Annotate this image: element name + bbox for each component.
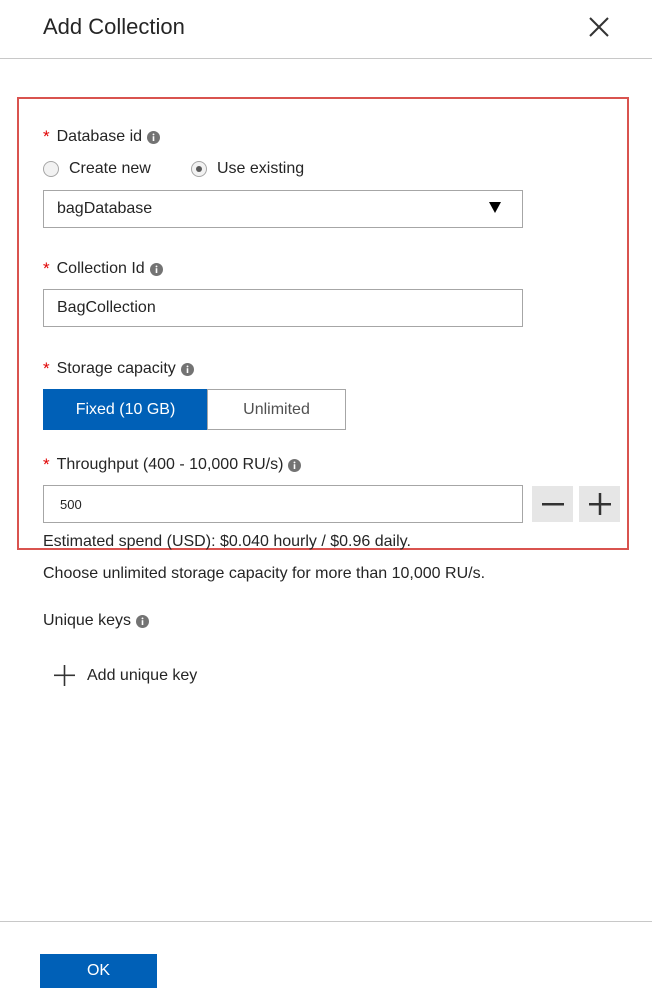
plus-icon <box>54 665 75 686</box>
database-select[interactable]: bagDatabase <box>43 190 523 228</box>
radio-checked-icon[interactable] <box>191 161 207 177</box>
database-select-value: bagDatabase <box>57 200 153 217</box>
radio-create-new-label: Create new <box>69 160 151 177</box>
header-divider <box>0 58 652 59</box>
collection-id-label: * Collection Id <box>43 259 163 279</box>
info-icon[interactable] <box>288 458 302 472</box>
throughput-input[interactable]: 500 <box>43 485 523 523</box>
required-asterisk: * <box>43 455 50 474</box>
throughput-label: * Throughput (400 - 10,000 RU/s) <box>43 455 302 475</box>
footer-divider <box>0 921 652 922</box>
throughput-decrement-button[interactable] <box>532 486 573 522</box>
dropdown-caret-icon[interactable] <box>489 202 501 213</box>
required-asterisk: * <box>43 359 50 378</box>
collection-id-value: BagCollection <box>57 299 156 316</box>
required-asterisk: * <box>43 127 50 146</box>
estimated-spend-text: Estimated spend (USD): $0.040 hourly / $… <box>43 533 411 550</box>
unique-keys-label-text: Unique keys <box>43 612 132 629</box>
radio-use-existing-label: Use existing <box>217 160 305 177</box>
storage-capacity-label-text: Storage capacity <box>56 360 176 377</box>
collection-id-label-text: Collection Id <box>56 260 145 277</box>
add-unique-key-label: Add unique key <box>87 666 198 684</box>
throughput-value: 500 <box>60 496 82 512</box>
storage-fixed-button[interactable]: Fixed (10 GB) <box>43 389 208 430</box>
info-icon[interactable] <box>147 130 161 144</box>
throughput-increment-button[interactable] <box>579 486 620 522</box>
info-icon[interactable] <box>180 362 194 376</box>
unlimited-hint-text: Choose unlimited storage capacity for mo… <box>43 565 486 582</box>
radio-create-new[interactable]: Create new <box>43 160 151 178</box>
panel-title: Add Collection <box>43 14 185 39</box>
plus-icon <box>588 493 611 515</box>
info-icon[interactable] <box>136 614 150 628</box>
ok-button[interactable]: OK <box>40 954 157 988</box>
radio-unchecked-icon[interactable] <box>43 161 59 177</box>
database-id-label-text: Database id <box>56 128 143 145</box>
add-unique-key-button[interactable]: Add unique key <box>54 665 197 686</box>
radio-use-existing[interactable]: Use existing <box>191 160 304 178</box>
storage-capacity-label: * Storage capacity <box>43 359 194 379</box>
unique-keys-label: Unique keys <box>43 612 150 630</box>
throughput-label-text: Throughput (400 - 10,000 RU/s) <box>56 456 284 473</box>
collection-id-input[interactable]: BagCollection <box>43 289 523 327</box>
minus-icon <box>541 503 564 506</box>
storage-unlimited-button[interactable]: Unlimited <box>207 389 346 430</box>
database-id-label: * Database id <box>43 127 161 147</box>
info-icon[interactable] <box>149 262 163 276</box>
required-asterisk: * <box>43 259 50 278</box>
close-icon[interactable] <box>586 14 612 40</box>
